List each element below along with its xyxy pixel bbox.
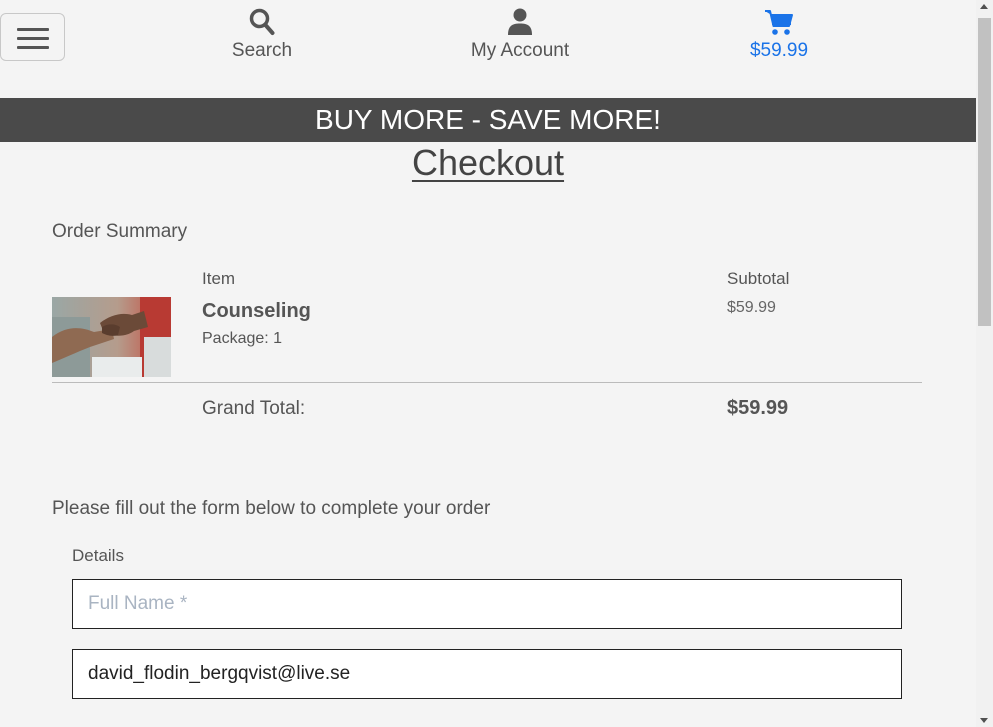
- scroll-down-arrow-icon[interactable]: [980, 718, 988, 723]
- email-input[interactable]: [72, 649, 902, 699]
- full-name-input[interactable]: [72, 579, 902, 629]
- product-image: [52, 297, 171, 377]
- nav-search[interactable]: Search: [182, 8, 342, 62]
- nav-search-label: Search: [231, 40, 293, 61]
- details-section-label: Details: [72, 546, 124, 565]
- checkout-page: Search My Account $59.99 BUY MORE - SAVE…: [0, 0, 993, 727]
- column-header-subtotal: Subtotal: [727, 269, 790, 288]
- menu-toggle-button[interactable]: [0, 13, 65, 61]
- product-subtotal: $59.99: [727, 299, 776, 316]
- counseling-handshake-photo: [52, 297, 171, 377]
- shopping-cart-icon: [765, 10, 793, 35]
- nav-my-account-label: My Account: [470, 40, 570, 61]
- page-title: Checkout: [411, 142, 565, 183]
- hamburger-bar: [17, 37, 49, 40]
- nav-cart[interactable]: $59.99: [699, 8, 859, 62]
- product-package: Package: 1: [202, 330, 283, 347]
- scrollbar-thumb[interactable]: [978, 18, 991, 326]
- nav-my-account[interactable]: My Account: [440, 8, 600, 62]
- scroll-up-arrow-icon[interactable]: [980, 4, 988, 9]
- search-icon: [249, 8, 275, 35]
- user-icon: [508, 8, 532, 35]
- grand-total-value: $59.99: [727, 397, 789, 419]
- grand-total-label: Grand Total:: [202, 398, 306, 419]
- nav-cart-total: $59.99: [749, 40, 809, 61]
- hamburger-bar: [17, 46, 49, 49]
- order-summary-heading: Order Summary: [52, 221, 188, 242]
- summary-divider: [52, 382, 922, 383]
- product-name: Counseling: [202, 300, 311, 322]
- promo-banner: BUY MORE - SAVE MORE!: [0, 98, 976, 142]
- column-header-item: Item: [202, 269, 236, 288]
- vertical-scrollbar[interactable]: [976, 0, 993, 727]
- form-intro-text: Please fill out the form below to comple…: [52, 498, 491, 519]
- hamburger-menu-icon: [17, 28, 49, 31]
